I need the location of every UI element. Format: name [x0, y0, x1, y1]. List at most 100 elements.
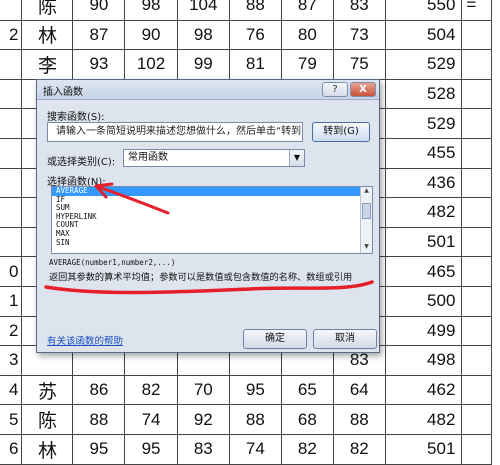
extra-cell[interactable] — [461, 197, 492, 228]
score-cell[interactable]: 90 — [124, 19, 178, 51]
score-cell[interactable]: 104 — [176, 0, 230, 21]
score-cell[interactable]: 73 — [332, 19, 386, 51]
function-item[interactable]: AVERAGE — [52, 187, 372, 196]
extra-cell[interactable]: = — [461, 0, 492, 21]
function-item[interactable]: SUM — [52, 204, 372, 213]
row-number-cell[interactable]: 6 — [0, 433, 23, 465]
row-number-cell[interactable] — [0, 137, 23, 169]
cancel-button[interactable]: 取消 — [313, 329, 377, 349]
row-number-cell[interactable] — [0, 226, 23, 258]
name-cell[interactable]: 苏 — [21, 374, 74, 406]
name-cell[interactable]: 陈 — [21, 404, 74, 435]
search-input[interactable]: 请输入一条简短说明来描述您想做什么，然后单击“转到” — [47, 122, 303, 142]
extra-cell[interactable] — [461, 374, 492, 406]
total-cell[interactable]: 462 — [384, 374, 463, 406]
name-cell[interactable]: 林 — [21, 19, 74, 51]
score-cell[interactable]: 82 — [124, 374, 178, 406]
extra-cell[interactable] — [461, 433, 492, 465]
function-item[interactable]: SIN — [52, 238, 372, 248]
score-cell[interactable]: 76 — [228, 19, 282, 51]
function-list[interactable]: AVERAGE IF SUM HYPERLINK COUNT MAX SIN ▲ ▼ — [51, 186, 373, 254]
close-button[interactable]: X — [350, 82, 376, 97]
function-item[interactable]: IF — [52, 195, 372, 205]
total-cell[interactable]: 550 — [384, 0, 463, 21]
row-number-cell[interactable] — [0, 108, 23, 139]
extra-cell[interactable] — [461, 108, 492, 139]
score-cell[interactable]: 82 — [280, 433, 334, 465]
name-cell[interactable]: 陈 — [21, 0, 74, 21]
score-cell[interactable]: 99 — [176, 49, 230, 80]
row-number-cell[interactable]: 1 — [0, 285, 23, 317]
extra-cell[interactable] — [461, 167, 492, 199]
score-cell[interactable]: 79 — [280, 49, 334, 80]
total-cell[interactable]: 529 — [384, 49, 463, 80]
total-cell[interactable]: 501 — [384, 433, 463, 465]
score-cell[interactable]: 64 — [332, 374, 386, 406]
score-cell[interactable]: 87 — [72, 19, 126, 51]
chevron-down-icon[interactable]: ▼ — [289, 150, 304, 166]
row-number-cell[interactable]: 4 — [0, 374, 23, 406]
total-cell[interactable]: 465 — [384, 256, 463, 287]
scroll-up-icon[interactable]: ▲ — [361, 187, 372, 197]
score-cell[interactable]: 83 — [176, 433, 230, 465]
row-number-cell[interactable]: 2 — [0, 19, 23, 51]
function-item[interactable]: COUNT — [52, 221, 372, 230]
score-cell[interactable]: 80 — [280, 19, 334, 51]
total-cell[interactable]: 436 — [384, 167, 463, 199]
score-cell[interactable]: 93 — [72, 49, 126, 80]
total-cell[interactable]: 501 — [384, 226, 463, 258]
row-number-cell[interactable] — [0, 49, 23, 80]
score-cell[interactable]: 81 — [228, 49, 282, 80]
score-cell[interactable]: 102 — [124, 49, 178, 80]
total-cell[interactable]: 528 — [384, 78, 463, 110]
total-cell[interactable]: 482 — [384, 197, 463, 228]
score-cell[interactable]: 74 — [228, 433, 282, 465]
total-cell[interactable]: 455 — [384, 137, 463, 169]
score-cell[interactable]: 98 — [124, 0, 178, 21]
score-cell[interactable]: 88 — [228, 0, 282, 21]
score-cell[interactable]: 82 — [332, 433, 386, 465]
score-cell[interactable]: 88 — [72, 404, 126, 435]
row-number-cell[interactable] — [0, 78, 23, 110]
category-select[interactable]: 常用函数 ▼ — [123, 149, 305, 167]
total-cell[interactable]: 499 — [384, 315, 463, 347]
function-item[interactable]: HYPERLINK — [52, 212, 372, 222]
score-cell[interactable]: 92 — [176, 404, 230, 435]
score-cell[interactable]: 65 — [280, 374, 334, 406]
total-cell[interactable]: 482 — [384, 404, 463, 435]
extra-cell[interactable] — [461, 404, 492, 435]
score-cell[interactable]: 70 — [176, 374, 230, 406]
score-cell[interactable]: 87 — [280, 0, 334, 21]
help-button[interactable]: ? — [322, 82, 348, 97]
total-cell[interactable]: 498 — [384, 345, 463, 376]
total-cell[interactable]: 504 — [384, 19, 463, 51]
ok-button[interactable]: 确定 — [243, 329, 307, 349]
score-cell[interactable]: 95 — [124, 433, 178, 465]
score-cell[interactable]: 68 — [280, 404, 334, 435]
extra-cell[interactable] — [461, 137, 492, 169]
name-cell[interactable]: 李 — [21, 49, 74, 80]
score-cell[interactable]: 98 — [176, 19, 230, 51]
row-number-cell[interactable]: 5 — [0, 404, 23, 435]
row-number-cell[interactable] — [0, 197, 23, 228]
score-cell[interactable]: 74 — [124, 404, 178, 435]
go-button[interactable]: 转到(G) — [312, 122, 370, 142]
function-help-link[interactable]: 有关该函数的帮助 — [47, 333, 123, 347]
scroll-down-icon[interactable]: ▼ — [361, 243, 372, 253]
row-number-cell[interactable] — [0, 0, 23, 21]
row-number-cell[interactable]: 2 — [0, 315, 23, 347]
score-cell[interactable]: 86 — [72, 374, 126, 406]
row-number-cell[interactable] — [0, 167, 23, 199]
extra-cell[interactable] — [461, 226, 492, 258]
extra-cell[interactable] — [461, 78, 492, 110]
score-cell[interactable]: 83 — [332, 0, 386, 21]
score-cell[interactable]: 88 — [228, 404, 282, 435]
extra-cell[interactable] — [461, 315, 492, 347]
function-item[interactable]: MAX — [52, 229, 372, 239]
total-cell[interactable]: 529 — [384, 108, 463, 139]
total-cell[interactable]: 500 — [384, 285, 463, 317]
scroll-thumb[interactable] — [362, 203, 371, 219]
row-number-cell[interactable]: 0 — [0, 256, 23, 287]
row-number-cell[interactable]: 3 — [0, 345, 23, 376]
score-cell[interactable]: 88 — [332, 404, 386, 435]
